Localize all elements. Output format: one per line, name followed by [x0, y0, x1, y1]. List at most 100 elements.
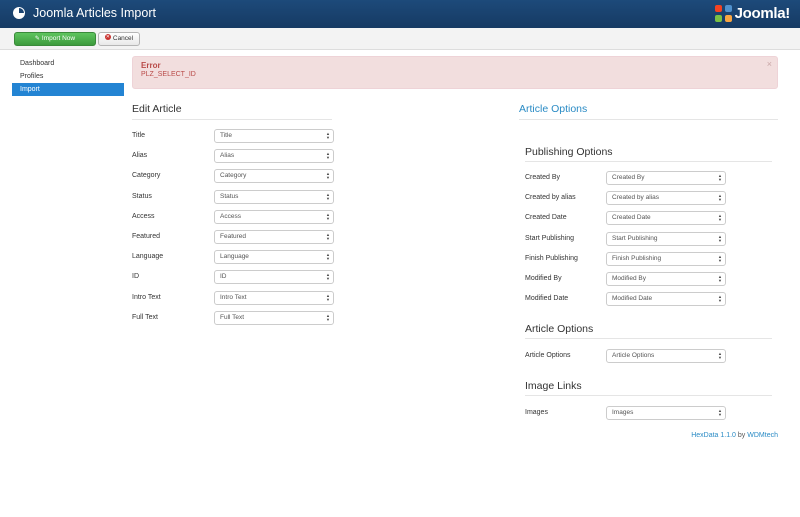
- image-links-heading: Image Links: [525, 380, 582, 392]
- select-value: Language: [220, 253, 249, 261]
- field-label: Language: [132, 253, 164, 261]
- footer-credit: HexData 1.1.0 by WDMtech: [691, 432, 778, 439]
- updown-arrows-icon: ▲ ▼: [326, 171, 330, 181]
- form-row-title: Title Title ▲ ▼: [132, 129, 334, 143]
- publishing-options-heading: Publishing Options: [525, 146, 613, 158]
- close-icon[interactable]: ×: [767, 59, 772, 69]
- form-row-images: Images Images ▲ ▼: [525, 406, 726, 420]
- select-value: Intro Text: [220, 293, 247, 301]
- field-label: Modified By: [525, 275, 562, 282]
- form-row-language: Language Language ▲ ▼: [132, 250, 334, 265]
- select-value: Start Publishing: [612, 234, 658, 242]
- article-options-select[interactable]: Article Options ▲ ▼: [606, 349, 726, 363]
- field-label: Images: [525, 409, 548, 416]
- created-date-select[interactable]: Created Date ▲ ▼: [606, 211, 726, 226]
- toolbar: ✎ Import Now ✕ Cancel: [0, 28, 800, 50]
- updown-arrows-icon: ▲ ▼: [718, 213, 722, 223]
- form-row-access: Access Access ▲ ▼: [132, 209, 334, 224]
- error-alert: Error PLZ_SELECT_ID ×: [132, 56, 778, 89]
- updown-arrows-icon: ▲ ▼: [718, 193, 722, 203]
- updown-arrows-icon: ▲ ▼: [718, 173, 722, 182]
- joomla-logo[interactable]: Joomla!: [714, 4, 791, 22]
- updown-arrows-icon: ▲ ▼: [326, 232, 330, 241]
- created-by-alias-select[interactable]: Created by alias ▲ ▼: [606, 191, 726, 206]
- field-label: Finish Publishing: [525, 254, 578, 262]
- category-select[interactable]: Category ▲ ▼: [214, 169, 334, 184]
- vendor-link[interactable]: WDMtech: [747, 432, 778, 439]
- field-label: Start Publishing: [525, 234, 575, 242]
- sidebar-item-profiles[interactable]: Profiles: [12, 70, 124, 83]
- field-label: Access: [132, 212, 155, 220]
- edit-icon: ✎: [34, 36, 40, 42]
- field-label: Intro Text: [132, 293, 161, 301]
- language-select[interactable]: Language ▲ ▼: [214, 250, 334, 265]
- article-options-panel-heading: Article Options: [519, 103, 588, 115]
- select-value: Modified By: [612, 275, 646, 282]
- status-select[interactable]: Status ▲ ▼: [214, 189, 334, 204]
- alert-message: PLZ_SELECT_ID: [141, 71, 196, 78]
- select-value: Modified Date: [612, 295, 653, 303]
- select-value: Finish Publishing: [612, 254, 662, 262]
- updown-arrows-icon: ▲ ▼: [326, 211, 330, 221]
- sidebar-item-dashboard[interactable]: Dashboard: [12, 57, 124, 70]
- divider: [525, 395, 772, 396]
- updown-arrows-icon: ▲ ▼: [718, 408, 722, 417]
- field-label: Featured: [132, 233, 161, 240]
- form-row-created-by-alias: Created by alias Created by alias ▲ ▼: [525, 191, 726, 206]
- images-select[interactable]: Images ▲ ▼: [606, 406, 726, 420]
- alias-select[interactable]: Alias ▲ ▼: [214, 149, 334, 164]
- field-label: Alias: [132, 152, 148, 160]
- joomla-logo-text: Joomla!: [734, 4, 791, 22]
- created-by-select[interactable]: Created By ▲ ▼: [606, 171, 726, 185]
- full-text-select[interactable]: Full Text ▲ ▼: [214, 310, 334, 325]
- form-row-modified-date: Modified Date Modified Date ▲ ▼: [525, 292, 726, 307]
- updown-arrows-icon: ▲ ▼: [326, 272, 330, 282]
- select-value: Featured: [220, 233, 247, 240]
- divider: [519, 119, 778, 120]
- alert-heading: Error: [141, 61, 161, 70]
- product-link[interactable]: HexData 1.1.0: [691, 432, 736, 439]
- select-value: Alias: [220, 152, 235, 160]
- form-row-featured: Featured Featured ▲ ▼: [132, 230, 334, 244]
- select-value: Created by alias: [612, 194, 659, 202]
- form-row-id: ID ID ▲ ▼: [132, 270, 334, 285]
- field-label: Article Options: [525, 352, 571, 359]
- divider: [132, 119, 332, 120]
- updown-arrows-icon: ▲ ▼: [718, 351, 722, 360]
- field-label: ID: [132, 273, 139, 281]
- start-publishing-select[interactable]: Start Publishing ▲ ▼: [606, 231, 726, 246]
- updown-arrows-icon: ▲ ▼: [718, 233, 722, 243]
- joomla-logo-icon: [714, 4, 732, 22]
- modified-date-select[interactable]: Modified Date ▲ ▼: [606, 292, 726, 307]
- cancel-button[interactable]: ✕ Cancel: [98, 32, 140, 46]
- divider: [525, 338, 772, 339]
- select-value: Created Date: [612, 214, 651, 222]
- field-label: Created By: [525, 174, 561, 181]
- import-now-button[interactable]: ✎ Import Now: [14, 32, 96, 46]
- access-select[interactable]: Access ▲ ▼: [214, 209, 334, 224]
- pie-chart-icon: [13, 7, 25, 19]
- id-select[interactable]: ID ▲ ▼: [214, 270, 334, 285]
- modified-by-select[interactable]: Modified By ▲ ▼: [606, 272, 726, 286]
- divider: [525, 161, 772, 162]
- updown-arrows-icon: ▲ ▼: [718, 274, 722, 283]
- sidebar: Dashboard Profiles Import: [12, 57, 124, 96]
- form-row-start-publishing: Start Publishing Start Publishing ▲ ▼: [525, 231, 726, 246]
- field-label: Category: [132, 172, 161, 180]
- cancel-label: Cancel: [112, 35, 134, 42]
- form-row-created-by: Created By Created By ▲ ▼: [525, 171, 726, 185]
- select-value: Article Options: [612, 352, 655, 359]
- featured-select[interactable]: Featured ▲ ▼: [214, 230, 334, 244]
- finish-publishing-select[interactable]: Finish Publishing ▲ ▼: [606, 251, 726, 266]
- select-value: Images: [612, 409, 634, 416]
- intro-text-select[interactable]: Intro Text ▲ ▼: [214, 290, 334, 305]
- updown-arrows-icon: ▲ ▼: [326, 252, 330, 262]
- edit-article-heading: Edit Article: [132, 103, 182, 115]
- select-value: ID: [220, 273, 227, 281]
- form-row-modified-by: Modified By Modified By ▲ ▼: [525, 272, 726, 286]
- select-value: Access: [220, 212, 241, 220]
- field-label: Created by alias: [525, 194, 576, 202]
- updown-arrows-icon: ▲ ▼: [326, 191, 330, 201]
- sidebar-item-import[interactable]: Import: [12, 83, 124, 96]
- title-select[interactable]: Title ▲ ▼: [214, 129, 334, 143]
